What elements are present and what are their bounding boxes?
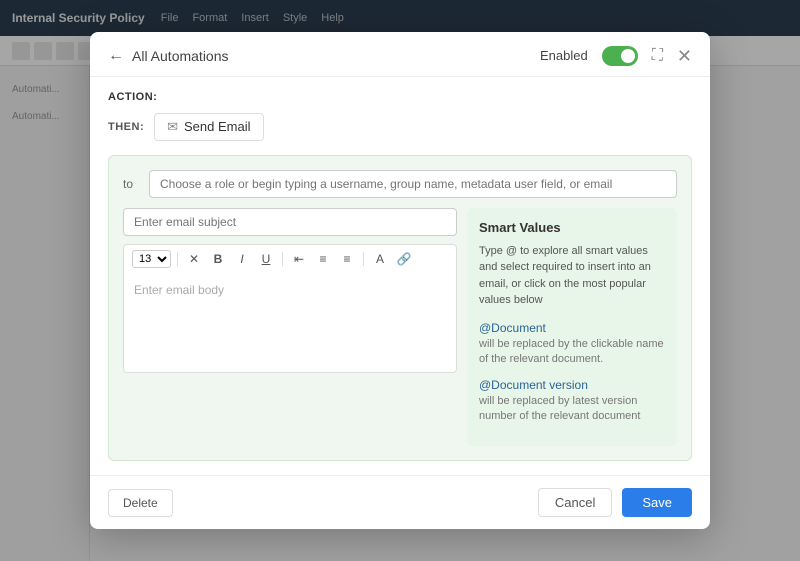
modal-footer: Delete Cancel Save (90, 475, 710, 529)
footer-right: Cancel Save (538, 488, 692, 517)
subject-input[interactable] (123, 208, 457, 236)
clear-formatting-btn[interactable]: ✕ (184, 249, 204, 269)
header-right: Enabled ⛶ ✕ (540, 46, 692, 66)
expand-icon[interactable]: ⛶ (652, 48, 663, 64)
delete-button[interactable]: Delete (108, 489, 173, 517)
then-badge: THEN: (108, 121, 144, 133)
enabled-label: Enabled (540, 48, 588, 63)
smart-values-title: Smart Values (479, 220, 665, 235)
send-email-button[interactable]: ✉ Send Email (154, 113, 263, 141)
automation-modal: ← All Automations Enabled ⛶ ✕ ACTION: TH… (90, 32, 710, 530)
to-row: to (123, 170, 677, 198)
back-arrow-icon[interactable]: ← (108, 47, 124, 65)
align-left-btn[interactable]: ≡ (313, 249, 333, 269)
editor-placeholder: Enter email body (134, 283, 224, 297)
toolbar-sep-1 (177, 252, 178, 266)
header-left: ← All Automations (108, 47, 229, 65)
email-icon: ✉ (167, 119, 178, 135)
cancel-label: Cancel (555, 495, 595, 510)
smart-value-version: @Document version will be replaced by la… (479, 378, 665, 425)
underline-btn[interactable]: U (256, 249, 276, 269)
align-center-btn[interactable]: ≡ (337, 249, 357, 269)
font-size-select[interactable]: 13 (132, 250, 171, 268)
then-row: THEN: ✉ Send Email (108, 113, 692, 141)
smart-value-version-desc: will be replaced by latest version numbe… (479, 394, 665, 425)
bold-btn[interactable]: B (208, 249, 228, 269)
send-email-label: Send Email (184, 119, 250, 134)
enabled-toggle[interactable] (602, 46, 638, 66)
modal-header: ← All Automations Enabled ⛶ ✕ (90, 32, 710, 77)
delete-label: Delete (123, 496, 158, 510)
color-btn[interactable]: A (370, 249, 390, 269)
smart-values-panel: Smart Values Type @ to explore all smart… (467, 208, 677, 447)
left-col: 13 ✕ B I U ⇤ ≡ ≡ A (123, 208, 457, 447)
smart-value-version-name[interactable]: @Document version (479, 378, 665, 392)
cancel-button[interactable]: Cancel (538, 488, 612, 517)
close-icon[interactable]: ✕ (677, 47, 692, 65)
toolbar-sep-3 (363, 252, 364, 266)
to-label: to (123, 177, 141, 191)
smart-value-document-desc: will be replaced by the clickable name o… (479, 337, 665, 368)
italic-btn[interactable]: I (232, 249, 252, 269)
editor-toolbar: 13 ✕ B I U ⇤ ≡ ≡ A (123, 244, 457, 273)
editor-body[interactable]: Enter email body (123, 273, 457, 373)
modal-body: ACTION: THEN: ✉ Send Email to (90, 77, 710, 476)
modal-overlay: ← All Automations Enabled ⛶ ✕ ACTION: TH… (0, 0, 800, 561)
to-input[interactable] (149, 170, 677, 198)
action-label: ACTION: (108, 91, 692, 103)
modal-title: All Automations (132, 48, 229, 64)
form-area: to 13 ✕ B (108, 155, 692, 462)
smart-values-desc: Type @ to explore all smart values and s… (479, 243, 665, 309)
link-btn[interactable]: 🔗 (394, 249, 414, 269)
smart-value-document: @Document will be replaced by the clicka… (479, 321, 665, 368)
smart-value-document-name[interactable]: @Document (479, 321, 665, 335)
toolbar-sep-2 (282, 252, 283, 266)
save-label: Save (642, 495, 672, 510)
outdent-btn[interactable]: ⇤ (289, 249, 309, 269)
save-button[interactable]: Save (622, 488, 692, 517)
two-col-layout: 13 ✕ B I U ⇤ ≡ ≡ A (123, 208, 677, 447)
